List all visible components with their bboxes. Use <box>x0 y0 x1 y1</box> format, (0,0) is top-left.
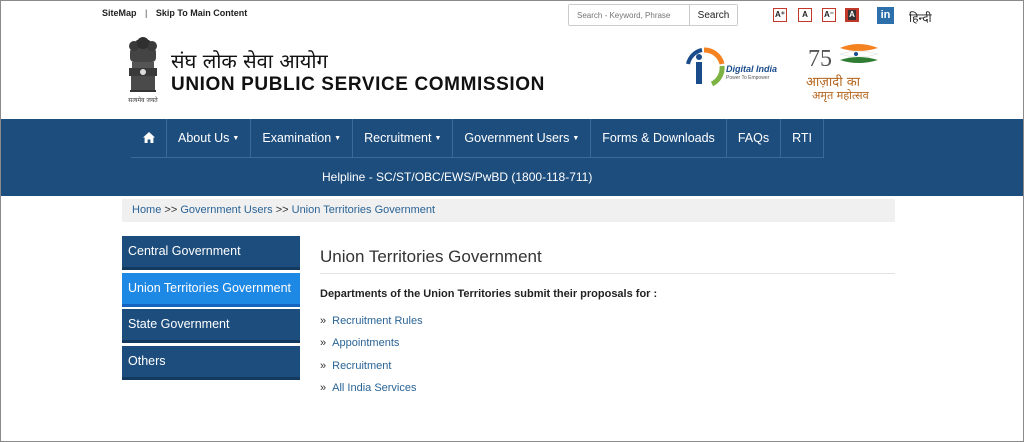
top-links-separator: | <box>145 8 148 18</box>
nav-examination-label: Examination <box>262 131 332 145</box>
link-recruitment-rules[interactable]: Recruitment Rules <box>332 315 422 327</box>
breadcrumb-government-users[interactable]: Government Users <box>180 204 272 216</box>
sidebar-item-central-government[interactable]: Central Government <box>122 236 300 270</box>
page-title: Union Territories Government <box>320 247 542 266</box>
proposal-links-list: » Recruitment Rules » Appointments » Recrui… <box>320 315 423 404</box>
language-toggle-hindi[interactable]: हिन्दी <box>909 9 932 26</box>
nav-home[interactable] <box>131 119 167 158</box>
sidebar-item-others[interactable]: Others <box>122 345 300 380</box>
breadcrumb-separator: >> <box>164 204 178 216</box>
nav-about-us[interactable]: About Us ▼ <box>167 119 252 158</box>
link-recruitment[interactable]: Recruitment <box>332 360 391 372</box>
breadcrumb: Home >> Government Users >> Union Territ… <box>122 199 895 222</box>
breadcrumb-separator: >> <box>275 204 289 216</box>
org-title-english[interactable]: UNION PUBLIC SERVICE COMMISSION <box>171 74 545 96</box>
azadi-number: 75 <box>808 46 832 72</box>
nav-examination[interactable]: Examination ▼ <box>251 119 354 158</box>
chevron-down-icon: ▼ <box>434 135 442 143</box>
sitemap-link[interactable]: SiteMap <box>102 8 137 18</box>
nav-faqs[interactable]: FAQs <box>727 119 782 158</box>
high-contrast-label: A <box>848 10 856 20</box>
breadcrumb-home[interactable]: Home <box>132 204 161 216</box>
sidebar-menu: Central Government Union Territories Gov… <box>122 236 300 382</box>
bullet-icon: » <box>320 359 327 372</box>
search-box: Search <box>568 4 738 26</box>
azadi-line2: अमृत महोत्सव <box>812 89 869 102</box>
font-normal-button[interactable]: A <box>798 8 812 22</box>
home-icon <box>143 132 155 143</box>
chevron-down-icon: ▼ <box>232 135 240 143</box>
font-increase-button[interactable]: A⁺ <box>773 8 787 22</box>
chevron-down-icon: ▼ <box>572 135 580 143</box>
org-title-hindi: संघ लोक सेवा आयोग <box>171 49 328 73</box>
bullet-icon: » <box>320 337 327 350</box>
linkedin-icon[interactable]: in <box>877 7 894 24</box>
nav-recruitment[interactable]: Recruitment ▼ <box>353 119 454 158</box>
list-item: » All India Services <box>320 382 423 404</box>
list-item: » Recruitment Rules <box>320 315 423 337</box>
high-contrast-button[interactable]: A <box>845 8 859 22</box>
font-decrease-button[interactable]: A⁻ <box>822 8 836 22</box>
bullet-icon: » <box>320 315 327 327</box>
list-item: » Appointments <box>320 337 423 359</box>
list-item: » Recruitment <box>320 360 423 382</box>
national-emblem-icon: सत्यमेव जयते <box>128 37 158 104</box>
digital-india-text: Digital India <box>726 64 778 74</box>
digital-india-tagline: Power To Empower <box>726 75 770 81</box>
skip-to-main-link[interactable]: Skip To Main Content <box>156 8 247 18</box>
nav-menu: About Us ▼ Examination ▼ Recruitment ▼ Gove… <box>131 119 824 158</box>
nav-forms-downloads[interactable]: Forms & Downloads <box>591 119 727 158</box>
intro-text: Departments of the Union Territories sub… <box>320 288 658 300</box>
bullet-icon: » <box>320 381 327 394</box>
search-input[interactable] <box>569 5 690 25</box>
search-button[interactable]: Search <box>690 5 737 25</box>
sidebar-item-state-government[interactable]: State Government <box>122 309 300 343</box>
emblem-motto: सत्यमेव जयते <box>128 96 158 104</box>
link-all-india-services[interactable]: All India Services <box>332 382 416 394</box>
breadcrumb-current[interactable]: Union Territories Government <box>292 204 435 216</box>
nav-rti[interactable]: RTI <box>781 119 824 158</box>
link-appointments[interactable]: Appointments <box>332 337 399 349</box>
helpline-text: Helpline - SC/ST/OBC/EWS/PwBD (1800-118-… <box>322 170 593 184</box>
nav-government-users-label: Government Users <box>464 131 570 145</box>
top-links: SiteMap | Skip To Main Content <box>102 8 247 18</box>
chevron-down-icon: ▼ <box>334 135 342 143</box>
nav-about-us-label: About Us <box>178 131 230 145</box>
title-divider <box>320 273 895 274</box>
nav-government-users[interactable]: Government Users ▼ <box>453 119 592 158</box>
top-utility-bar: SiteMap | Skip To Main Content Search A⁺… <box>0 0 1024 30</box>
nav-recruitment-label: Recruitment <box>364 131 432 145</box>
main-navigation: About Us ▼ Examination ▼ Recruitment ▼ Gove… <box>0 119 1024 196</box>
sidebar-item-union-territories-government[interactable]: Union Territories Government <box>122 272 300 307</box>
